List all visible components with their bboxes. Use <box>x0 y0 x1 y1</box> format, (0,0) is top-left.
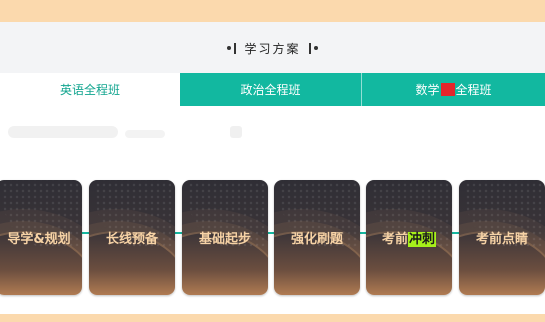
study-plan-panel: 学习方案 英语全程班 政治全程班 数学 全程班 导学&规划 长线预备 基础起步 强… <box>0 22 545 314</box>
stage-card-label: 考前冲刺 <box>366 228 452 247</box>
faded-text <box>230 126 242 138</box>
stage-card-label: 导学&规划 <box>7 232 71 247</box>
tab-math-label-start: 数学 <box>415 83 440 97</box>
stage-card-label: 强化刷题 <box>290 232 343 247</box>
tab-politics[interactable]: 政治全程班 <box>180 73 362 106</box>
redaction-mark <box>440 83 455 96</box>
stage-card-guide[interactable]: 导学&规划 <box>0 180 82 295</box>
stage-card-label-start: 考前 <box>381 232 408 247</box>
stage-card-label: 长线预备 <box>105 232 158 247</box>
stage-card-long-term[interactable]: 长线预备 <box>89 180 175 295</box>
tab-math-label-end: 全程班 <box>455 83 492 97</box>
heading-right-ornament <box>308 42 318 54</box>
stage-card-sprint[interactable]: 考前冲刺 <box>366 180 452 295</box>
stage-card-label: 考前点睛 <box>475 232 528 247</box>
section-heading: 学习方案 <box>0 37 545 59</box>
tab-content: 导学&规划 长线预备 基础起步 强化刷题 考前冲刺 考前点睛 <box>0 106 545 314</box>
tab-politics-label: 政治全程班 <box>240 83 301 97</box>
faded-text <box>125 130 165 138</box>
stage-card-label: 基础起步 <box>198 232 251 247</box>
stage-card-final[interactable]: 考前点睛 <box>459 180 545 295</box>
top-band <box>0 0 545 22</box>
tab-english[interactable]: 英语全程班 <box>0 73 180 106</box>
stage-card-label-highlight: 冲刺 <box>408 232 437 247</box>
tab-english-label: 英语全程班 <box>59 83 120 97</box>
stage-card-foundation[interactable]: 基础起步 <box>182 180 268 295</box>
stage-card-intensive[interactable]: 强化刷题 <box>274 180 360 295</box>
heading-left-ornament <box>227 42 237 54</box>
tab-math[interactable]: 数学 全程班 <box>362 73 545 106</box>
faded-text <box>8 126 118 138</box>
bottom-band <box>0 314 545 322</box>
course-tabs: 英语全程班 政治全程班 数学 全程班 <box>0 73 545 106</box>
section-title: 学习方案 <box>244 41 301 56</box>
